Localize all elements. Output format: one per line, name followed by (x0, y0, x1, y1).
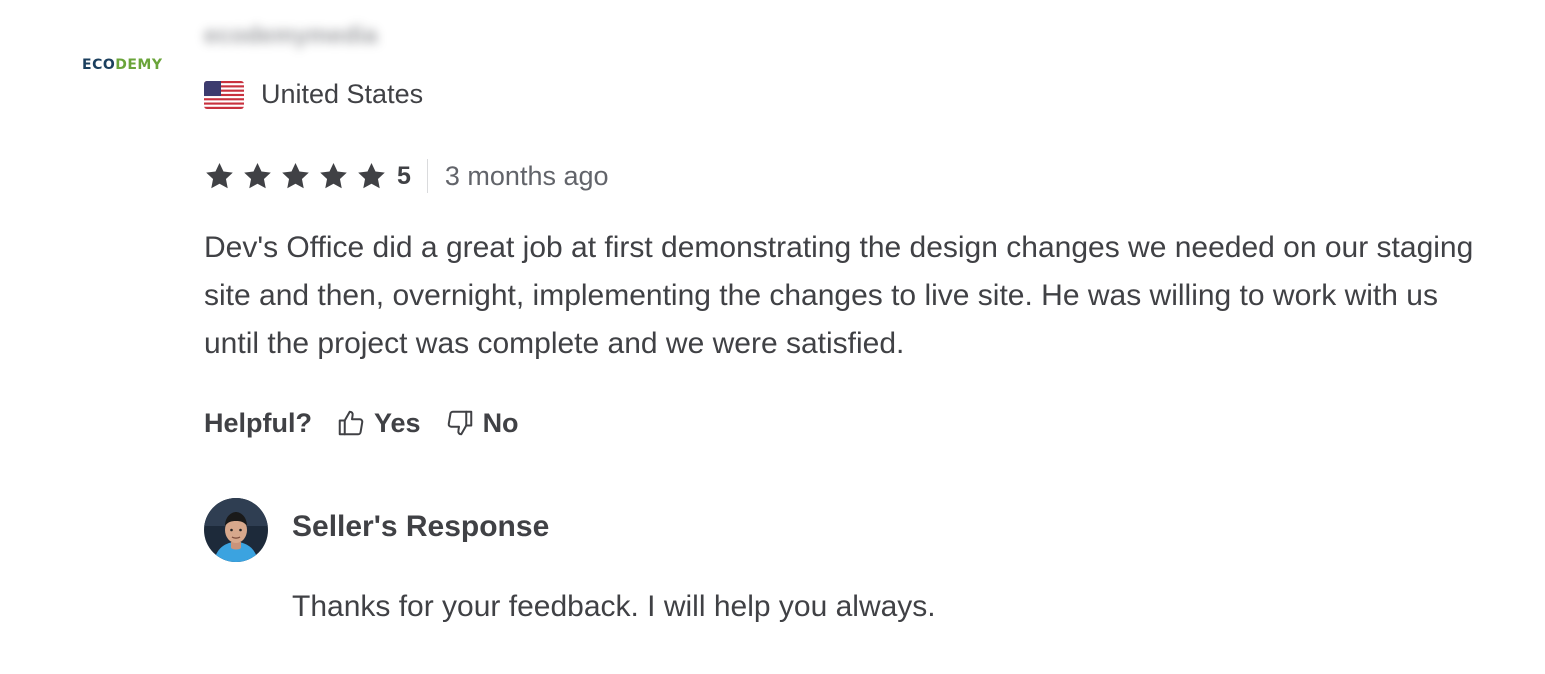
seller-response-title: Seller's Response (292, 510, 550, 543)
star-icon (280, 161, 311, 192)
star-icon (204, 161, 235, 192)
country-name: United States (261, 79, 424, 109)
logo-text-part1: ECO (82, 57, 116, 73)
helpful-no-label: No (482, 407, 519, 438)
review-text: Dev's Office did a great job at first de… (204, 231, 1474, 360)
helpful-no-button[interactable]: No (445, 408, 519, 439)
seller-response-text: Thanks for your feedback. I will help yo… (292, 590, 936, 623)
reviewer-country: United States (204, 79, 423, 110)
star-icon (318, 161, 349, 192)
reviewer-username[interactable]: ecodemymedia (204, 22, 377, 50)
rating-row: 5 3 months ago (204, 158, 609, 194)
company-logo: ECODEMY (82, 57, 163, 73)
helpful-row: Helpful? Yes No (204, 405, 543, 441)
thumbs-down-icon (445, 408, 475, 438)
seller-avatar[interactable] (204, 498, 268, 562)
helpful-label: Helpful? (204, 407, 312, 438)
review-time: 3 months ago (444, 160, 609, 191)
us-flag-icon (204, 80, 244, 109)
star-icon (356, 161, 387, 192)
rating-score: 5 (397, 161, 411, 190)
helpful-yes-button[interactable]: Yes (336, 408, 421, 439)
logo-text-part2: DEMY (115, 57, 163, 73)
star-icon (242, 161, 273, 192)
helpful-yes-label: Yes (374, 407, 421, 438)
divider (426, 159, 428, 193)
thumbs-up-icon (336, 408, 366, 438)
